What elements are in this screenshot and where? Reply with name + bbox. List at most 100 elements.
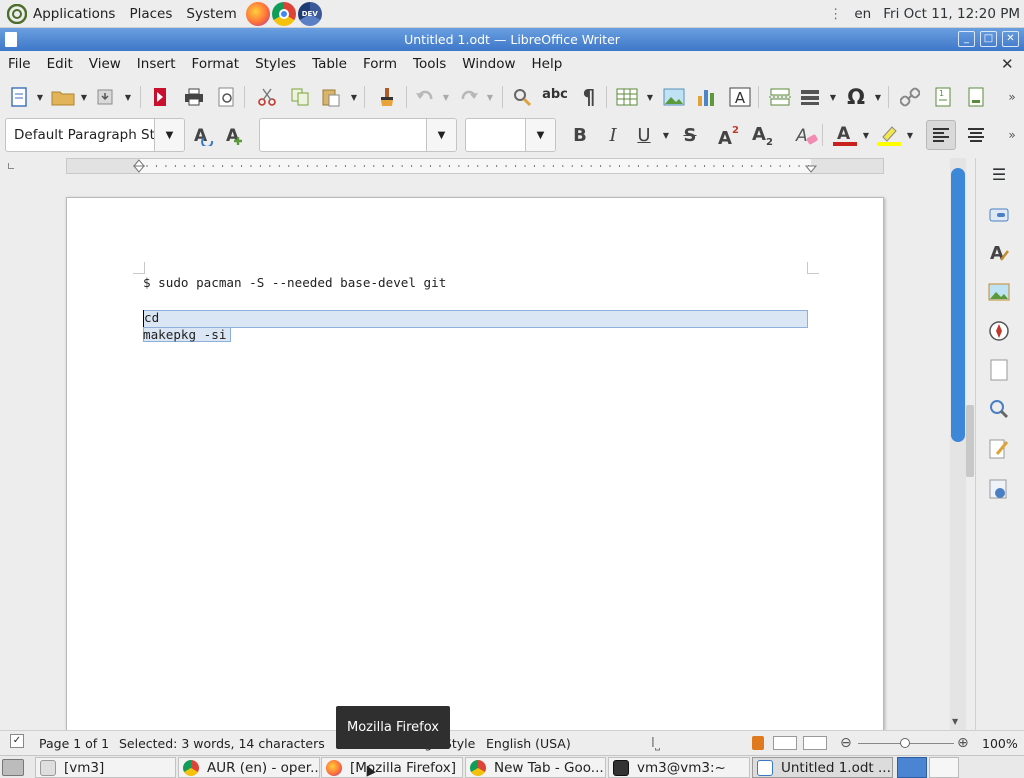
superscript-icon[interactable]: A2: [717, 122, 743, 148]
highlight-color-icon[interactable]: [876, 122, 902, 148]
save-dropdown-arrow[interactable]: ▼: [124, 84, 132, 110]
book-view-icon[interactable]: [803, 736, 827, 750]
document-line-2[interactable]: cd: [144, 310, 159, 325]
subscript-icon[interactable]: A2: [751, 122, 777, 148]
taskbar-item-firefox[interactable]: [Mozilla Firefox]: [321, 757, 463, 778]
close-document-button[interactable]: ✕: [1001, 55, 1014, 73]
clone-formatting-icon[interactable]: [374, 84, 400, 110]
single-page-view-icon[interactable]: [773, 736, 797, 750]
paragraph-style-dropdown-icon[interactable]: ▼: [154, 119, 184, 151]
save-icon[interactable]: [92, 84, 118, 110]
scroll-down-arrow-icon[interactable]: ▼: [952, 717, 958, 726]
export-pdf-icon[interactable]: [147, 84, 173, 110]
taskbar-item-aur-chrome[interactable]: AUR (en) - oper...: [178, 757, 320, 778]
system-menu[interactable]: System: [179, 0, 243, 28]
highlight-color-dropdown-arrow[interactable]: ▼: [906, 122, 914, 148]
insert-field-dropdown-arrow[interactable]: ▼: [829, 84, 837, 110]
keyboard-layout-indicator[interactable]: en: [854, 6, 871, 22]
workspace-switcher-empty[interactable]: [929, 757, 959, 778]
vertical-scrollbar-thumb[interactable]: [951, 168, 965, 442]
print-preview-icon[interactable]: [213, 84, 239, 110]
horizontal-ruler[interactable]: [66, 158, 884, 174]
align-center-icon[interactable]: [963, 122, 989, 148]
menu-table[interactable]: Table: [304, 51, 355, 78]
sidebar-styles-icon[interactable]: A: [986, 240, 1012, 266]
workspace-switcher[interactable]: [897, 757, 927, 778]
insert-footnote-icon[interactable]: 1: [930, 84, 956, 110]
cut-icon[interactable]: [254, 84, 280, 110]
insert-page-break-icon[interactable]: [767, 84, 793, 110]
toolbar-overflow-icon[interactable]: »: [1002, 84, 1022, 110]
document-line-1[interactable]: $ sudo pacman -S --needed base-devel git: [143, 275, 446, 290]
zoom-in-icon[interactable]: ⊕: [957, 731, 969, 756]
new-document-icon[interactable]: [6, 84, 32, 110]
menu-styles[interactable]: Styles: [247, 51, 304, 78]
chrome-dev-icon[interactable]: DEV: [297, 1, 322, 26]
menu-file[interactable]: File: [0, 51, 39, 78]
insert-mode-icon[interactable]: Ⅰ⎵: [651, 731, 660, 756]
taskbar-item-terminal[interactable]: vm3@vm3:~: [608, 757, 750, 778]
sidebar-page-icon[interactable]: [986, 357, 1012, 383]
font-name-combo[interactable]: ▼: [259, 118, 457, 152]
applications-menu[interactable]: Applications: [0, 0, 122, 28]
underline-dropdown-arrow[interactable]: ▼: [662, 122, 670, 148]
firefox-icon[interactable]: [245, 1, 270, 26]
menu-tools[interactable]: Tools: [405, 51, 454, 78]
find-replace-icon[interactable]: [509, 84, 535, 110]
taskbar-item-writer[interactable]: Untitled 1.odt ...: [752, 757, 893, 778]
spelling-icon[interactable]: abc: [542, 84, 568, 110]
language-status[interactable]: English (USA): [486, 731, 571, 756]
undo-icon[interactable]: [412, 84, 438, 110]
paste-icon[interactable]: [318, 84, 344, 110]
new-dropdown-arrow[interactable]: ▼: [36, 84, 44, 110]
font-size-combo[interactable]: ▼: [465, 118, 556, 152]
clock[interactable]: Fri Oct 11, 12:20 PM: [883, 6, 1020, 22]
open-folder-icon[interactable]: [50, 84, 76, 110]
update-style-icon[interactable]: A: [190, 122, 216, 148]
font-color-dropdown-arrow[interactable]: ▼: [862, 122, 870, 148]
menu-view[interactable]: View: [81, 51, 129, 78]
align-left-icon[interactable]: [926, 120, 956, 150]
window-titlebar[interactable]: Untitled 1.odt — LibreOffice Writer _ □ …: [0, 28, 1024, 51]
zoom-slider-thumb[interactable]: [900, 738, 910, 748]
taskbar-item-new-tab-chrome[interactable]: New Tab - Goo...: [465, 757, 606, 778]
insert-image-icon[interactable]: [661, 84, 687, 110]
close-window-button[interactable]: ✕: [1002, 31, 1019, 47]
sidebar-properties-icon[interactable]: [986, 202, 1012, 228]
places-menu[interactable]: Places: [122, 0, 179, 28]
sidebar-manage-changes-icon[interactable]: [986, 436, 1012, 462]
document-modified-icon[interactable]: ✓: [10, 734, 24, 748]
menu-edit[interactable]: Edit: [39, 51, 81, 78]
document-line-3[interactable]: makepkg -si: [143, 327, 226, 342]
insert-field-icon[interactable]: [797, 84, 823, 110]
font-color-icon[interactable]: A: [832, 122, 858, 148]
show-desktop-icon[interactable]: [2, 759, 24, 776]
insert-text-box-icon[interactable]: A: [727, 84, 753, 110]
insert-table-dropdown-arrow[interactable]: ▼: [646, 84, 654, 110]
special-character-dropdown-arrow[interactable]: ▼: [874, 84, 882, 110]
copy-icon[interactable]: [287, 84, 313, 110]
clear-formatting-icon[interactable]: A: [794, 122, 820, 148]
menu-help[interactable]: Help: [524, 51, 571, 78]
formatting-marks-icon[interactable]: ¶: [576, 84, 602, 110]
chrome-icon[interactable]: [271, 1, 296, 26]
document-page[interactable]: $ sudo pacman -S --needed base-devel git…: [66, 197, 884, 737]
insert-hyperlink-icon[interactable]: [897, 84, 923, 110]
redo-icon[interactable]: [456, 84, 482, 110]
font-name-dropdown-icon[interactable]: ▼: [426, 119, 456, 151]
strikethrough-icon[interactable]: S: [677, 122, 703, 148]
menu-insert[interactable]: Insert: [129, 51, 184, 78]
sidebar-resize-handle[interactable]: [966, 405, 974, 477]
sidebar-style-inspector-icon[interactable]: [986, 396, 1012, 422]
page-count-status[interactable]: Page 1 of 1: [39, 731, 109, 756]
bold-icon[interactable]: B: [567, 122, 593, 148]
minimize-button[interactable]: _: [958, 31, 975, 47]
insert-table-icon[interactable]: [614, 84, 640, 110]
new-style-icon[interactable]: A: [222, 122, 248, 148]
menu-format[interactable]: Format: [184, 51, 248, 78]
print-icon[interactable]: [181, 84, 207, 110]
paragraph-style-combo[interactable]: Default Paragraph Sty ▼: [5, 118, 185, 152]
zoom-level[interactable]: 100%: [982, 731, 1018, 756]
maximize-button[interactable]: □: [980, 31, 997, 47]
italic-icon[interactable]: I: [600, 122, 626, 148]
